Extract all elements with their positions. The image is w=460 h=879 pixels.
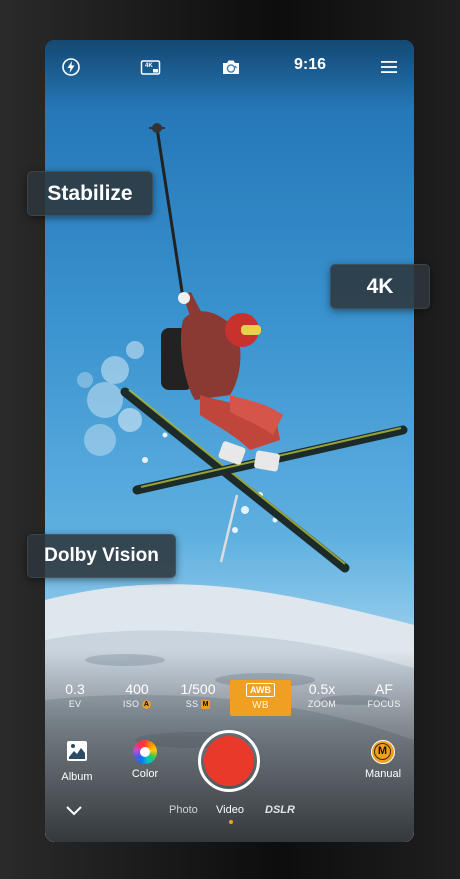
white-balance-control[interactable]: AWB WB [230,680,291,716]
zoom-control[interactable]: 0.5x ZOOM [294,680,350,710]
ev-value: 0.3 [65,681,85,697]
color-button[interactable]: Color [123,740,167,780]
aspect-ratio-label[interactable]: 9:16 [288,56,332,74]
iso-control[interactable]: 400 ISO A [109,680,165,710]
focus-label: FOCUS [367,699,401,709]
color-label: Color [131,768,159,780]
album-label: Album [61,771,93,783]
flash-auto-icon[interactable] [61,57,81,77]
shutter-speed-value: 1/500 [180,681,216,697]
white-balance-value: AWB [246,683,275,697]
white-balance-label: WB [252,700,269,711]
active-mode-indicator [229,820,233,824]
record-indicator [204,736,254,786]
shutter-speed-label: SS [185,699,199,709]
mode-dslr[interactable]: DSLR [265,804,295,816]
focus-value: AF [375,681,393,697]
manual-icon: M [371,740,395,764]
hamburger-menu-icon[interactable] [379,57,399,77]
dolby-vision-callout: Dolby Vision [27,534,176,578]
ev-control[interactable]: 0.3 EV [47,680,103,710]
auto-badge: A [142,700,152,710]
album-icon [67,741,87,761]
manual-icon-letter: M [374,743,391,760]
zoom-label: ZOOM [307,699,337,709]
iso-label: ISO [122,699,140,709]
iso-value: 400 [125,681,149,697]
manual-label: Manual [364,768,402,780]
camera-flip-icon[interactable] [220,57,242,77]
resolution-callout: 4K [330,264,430,309]
color-wheel-icon [133,740,157,764]
record-button[interactable] [198,730,260,792]
zoom-value: 0.5x [308,681,336,697]
album-button[interactable]: Album [55,740,99,783]
mode-video[interactable]: Video [216,804,244,816]
shutter-speed-control[interactable]: 1/500 SS M [170,680,226,710]
focus-control[interactable]: AF FOCUS [356,680,412,710]
manual-badge: M [201,700,211,710]
manual-button[interactable]: M Manual [361,740,405,780]
top-toolbar: 4K 9:16 [45,54,414,80]
mode-photo[interactable]: Photo [169,804,198,816]
ev-label: EV [68,699,82,709]
4k-icon[interactable]: 4K [140,57,162,77]
camera-viewfinder[interactable]: 4K 9:16 0.3 EV 400 ISO A 1/500 SS M AWB … [45,40,414,842]
4k-icon-text: 4K [145,63,153,69]
camera-parameters: 0.3 EV 400 ISO A 1/500 SS M AWB WB 0.5x … [45,680,414,716]
stabilize-callout: Stabilize [27,171,153,216]
